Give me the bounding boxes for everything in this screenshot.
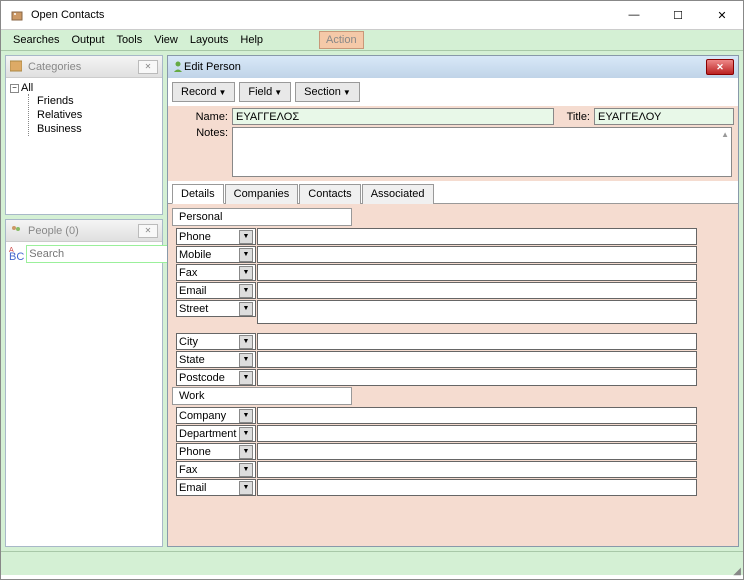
window-title: Open Contacts <box>31 9 621 21</box>
notes-textarea[interactable]: ▲ <box>232 127 732 177</box>
field-value-input[interactable] <box>257 351 697 368</box>
menu-tools[interactable]: Tools <box>111 32 149 48</box>
search-input[interactable] <box>26 245 174 263</box>
record-dropdown[interactable]: Record▼ <box>172 82 235 102</box>
field-type-select[interactable]: Fax▼ <box>176 264 256 281</box>
workspace: Categories ✕ − All Friends Relatives Bus… <box>1 51 743 551</box>
menu-layouts[interactable]: Layouts <box>184 32 235 48</box>
chevron-down-icon: ▼ <box>239 284 253 298</box>
people-title: People (0) <box>28 225 79 237</box>
tree-root-all[interactable]: All <box>21 82 33 94</box>
field-type-select[interactable]: Email▼ <box>176 479 256 496</box>
field-value-input[interactable] <box>257 228 697 245</box>
name-input[interactable] <box>232 108 554 125</box>
form-header: Name: Title: Notes: ▲ <box>168 106 738 181</box>
chevron-down-icon: ▼ <box>239 409 253 423</box>
field-type-select[interactable]: Mobile▼ <box>176 246 256 263</box>
field-value-input[interactable] <box>257 407 697 424</box>
chevron-down-icon: ▼ <box>239 248 253 262</box>
tree-item-friends[interactable]: Friends <box>37 94 158 108</box>
menu-view[interactable]: View <box>148 32 184 48</box>
close-window-button[interactable]: ✕ <box>709 5 735 25</box>
people-list <box>6 266 162 546</box>
people-close-icon[interactable]: ✕ <box>138 224 158 238</box>
field-value-input[interactable] <box>257 425 697 442</box>
menu-output[interactable]: Output <box>65 32 110 48</box>
field-type-select[interactable]: Fax▼ <box>176 461 256 478</box>
field-value-input[interactable] <box>257 369 697 386</box>
field-value-input[interactable] <box>257 264 697 281</box>
menu-help[interactable]: Help <box>234 32 269 48</box>
chevron-down-icon: ▼ <box>239 481 253 495</box>
menu-bar: Searches Output Tools View Layouts Help … <box>1 29 743 51</box>
tab-companies[interactable]: Companies <box>225 184 299 204</box>
categories-title: Categories <box>28 61 81 73</box>
title-input[interactable] <box>594 108 734 125</box>
edit-toolbar: Record▼ Field▼ Section▼ <box>168 78 738 106</box>
chevron-down-icon: ▼ <box>239 463 253 477</box>
chevron-down-icon: ▼ <box>239 302 253 316</box>
chevron-down-icon: ▼ <box>239 335 253 349</box>
chevron-down-icon: ▼ <box>239 427 253 441</box>
tree-item-business[interactable]: Business <box>37 122 158 136</box>
edit-person-panel: Edit Person ✕ Record▼ Field▼ Section▼ Na… <box>167 55 739 547</box>
chevron-down-icon: ▼ <box>239 353 253 367</box>
categories-panel: Categories ✕ − All Friends Relatives Bus… <box>5 55 163 215</box>
field-value-input[interactable] <box>257 333 697 350</box>
field-value-input[interactable] <box>257 443 697 460</box>
tree-collapse-icon[interactable]: − <box>10 84 19 93</box>
section-dropdown[interactable]: Section▼ <box>295 82 360 102</box>
tab-contacts[interactable]: Contacts <box>299 184 360 204</box>
field-type-select[interactable]: Phone▼ <box>176 443 256 460</box>
tab-bar: Details Companies Contacts Associated <box>168 181 738 204</box>
tab-details[interactable]: Details <box>172 184 224 204</box>
field-type-select[interactable]: Department▼ <box>176 425 256 442</box>
categories-tree: − All Friends Relatives Business <box>6 78 162 214</box>
resize-grip-icon[interactable]: ◢ <box>733 566 741 577</box>
abc-icon[interactable]: ABC <box>9 247 24 262</box>
details-pane: PersonalPhone▼Mobile▼Fax▼Email▼Street▼Ci… <box>168 204 738 546</box>
edit-close-button[interactable]: ✕ <box>706 59 734 75</box>
chevron-down-icon: ▼ <box>239 371 253 385</box>
field-type-select[interactable]: Email▼ <box>176 282 256 299</box>
menu-searches[interactable]: Searches <box>7 32 65 48</box>
field-value-input[interactable] <box>257 461 697 478</box>
scroll-up-icon[interactable]: ▲ <box>721 130 729 139</box>
field-value-input[interactable] <box>257 282 697 299</box>
notes-label: Notes: <box>172 127 232 139</box>
field-type-select[interactable]: Postcode▼ <box>176 369 256 386</box>
maximize-button[interactable]: ☐ <box>665 5 691 25</box>
field-dropdown[interactable]: Field▼ <box>239 82 291 102</box>
field-type-select[interactable]: Street▼ <box>176 300 256 317</box>
tree-item-relatives[interactable]: Relatives <box>37 108 158 122</box>
title-bar: Open Contacts — ☐ ✕ <box>1 1 743 29</box>
section-personal[interactable]: Personal <box>172 208 352 226</box>
field-type-select[interactable]: City▼ <box>176 333 256 350</box>
people-panel: People (0) ✕ ABC <box>5 219 163 547</box>
section-work[interactable]: Work <box>172 387 352 405</box>
categories-close-icon[interactable]: ✕ <box>138 60 158 74</box>
field-type-select[interactable]: Company▼ <box>176 407 256 424</box>
app-icon <box>9 7 25 23</box>
people-icon <box>10 224 24 238</box>
field-type-select[interactable]: Phone▼ <box>176 228 256 245</box>
title-label: Title: <box>554 111 594 123</box>
edit-panel-title: Edit Person <box>184 61 241 73</box>
field-value-input[interactable] <box>257 300 697 324</box>
chevron-down-icon: ▼ <box>239 230 253 244</box>
field-value-input[interactable] <box>257 246 697 263</box>
minimize-button[interactable]: — <box>621 5 647 25</box>
name-label: Name: <box>172 111 232 123</box>
field-type-select[interactable]: State▼ <box>176 351 256 368</box>
tab-associated[interactable]: Associated <box>362 184 434 204</box>
field-value-input[interactable] <box>257 479 697 496</box>
chevron-down-icon: ▼ <box>239 266 253 280</box>
status-bar <box>1 551 743 575</box>
chevron-down-icon: ▼ <box>239 445 253 459</box>
action-button[interactable]: Action <box>319 31 364 49</box>
person-icon <box>172 60 184 75</box>
categories-icon <box>10 60 24 74</box>
